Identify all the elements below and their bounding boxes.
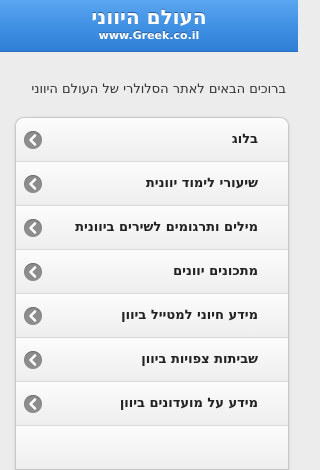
menu-item-label: מידע על מועדונים ביוון bbox=[119, 396, 258, 411]
menu-item-label: בלוג bbox=[231, 132, 258, 147]
menu-item-partial[interactable] bbox=[16, 425, 288, 469]
menu-item-label: שיעורי לימוד יוונית bbox=[145, 176, 258, 191]
chevron-left-icon bbox=[24, 395, 42, 413]
chevron-left-icon bbox=[24, 263, 42, 281]
site-url[interactable]: www.Greek.co.il bbox=[0, 29, 298, 43]
welcome-text: ברוכים הבאים לאתר הסלולרי של העולם היוונ… bbox=[31, 82, 286, 97]
menu-item-blog[interactable]: בלוג bbox=[16, 118, 288, 161]
menu-item-travel-info[interactable]: מידע חיוני למטייל ביוון bbox=[16, 293, 288, 337]
site-title[interactable]: העולם היווני bbox=[0, 5, 298, 29]
menu-item-recipes[interactable]: מתכונים יוונים bbox=[16, 249, 288, 293]
menu-item-greek-lessons[interactable]: שיעורי לימוד יוונית bbox=[16, 161, 288, 205]
menu-item-clubs[interactable]: מידע על מועדונים ביוון bbox=[16, 381, 288, 425]
menu-list: בלוג שיעורי לימוד יוונית מילים ותרגומים … bbox=[15, 117, 289, 470]
menu-item-label: מידע חיוני למטייל ביוון bbox=[121, 308, 258, 323]
menu-item-song-lyrics[interactable]: מילים ותרגומים לשירים ביוונית bbox=[16, 205, 288, 249]
chevron-left-icon bbox=[24, 307, 42, 325]
menu-item-label: מילים ותרגומים לשירים ביוונית bbox=[75, 220, 258, 235]
chevron-left-icon bbox=[24, 131, 42, 149]
chevron-left-icon bbox=[24, 175, 42, 193]
menu-item-strikes[interactable]: שביתות צפויות ביוון bbox=[16, 337, 288, 381]
menu-item-label: מתכונים יוונים bbox=[173, 264, 258, 279]
header-bar: העולם היווני www.Greek.co.il bbox=[0, 0, 298, 52]
menu-item-label: שביתות צפויות ביוון bbox=[141, 352, 258, 367]
chevron-left-icon bbox=[24, 219, 42, 237]
chevron-left-icon bbox=[24, 351, 42, 369]
